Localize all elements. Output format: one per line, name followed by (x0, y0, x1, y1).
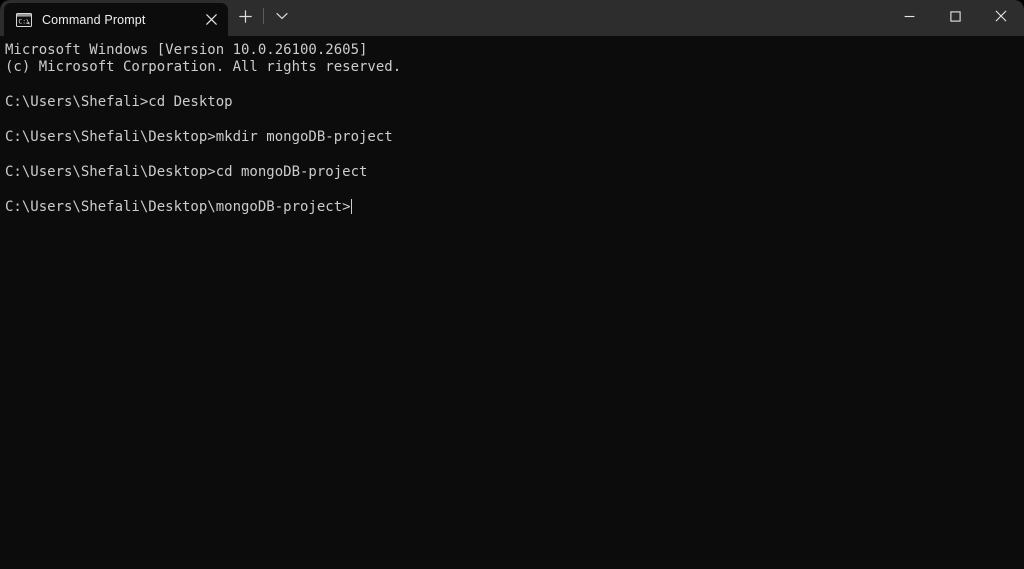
close-icon (995, 10, 1007, 22)
terminal-line: C:\Users\Shefali\Desktop>mkdir mongoDB-p… (5, 128, 393, 145)
tabstrip-actions (228, 0, 299, 36)
titlebar-drag-area[interactable] (299, 0, 886, 36)
maximize-button[interactable] (932, 0, 978, 32)
titlebar[interactable]: C:\ Command Prompt (0, 0, 1024, 36)
minimize-button[interactable] (886, 0, 932, 32)
tab-title: Command Prompt (42, 12, 146, 27)
tabstrip-separator (263, 8, 264, 24)
close-button[interactable] (978, 0, 1024, 32)
maximize-icon (949, 10, 961, 22)
text-cursor (350, 198, 353, 214)
plus-icon (238, 9, 252, 23)
chevron-down-icon (276, 13, 288, 19)
minimize-icon (904, 15, 914, 17)
terminal-line: (c) Microsoft Corporation. All rights re… (5, 59, 402, 76)
tab-strip: C:\ Command Prompt (0, 0, 299, 36)
tab-close-icon[interactable] (196, 8, 226, 32)
new-tab-button[interactable] (228, 2, 262, 30)
tab-dropdown-button[interactable] (265, 2, 299, 30)
svg-text:C:\: C:\ (18, 17, 30, 25)
terminal-line: Microsoft Windows [Version 10.0.26100.26… (5, 42, 368, 58)
window-controls (886, 0, 1024, 36)
terminal-line: C:\Users\Shefali\Desktop\mongoDB-project… (5, 198, 353, 215)
terminal-output[interactable]: Microsoft Windows [Version 10.0.26100.26… (0, 36, 1024, 569)
terminal-line: C:\Users\Shefali\Desktop>cd mongoDB-proj… (5, 163, 368, 180)
command-prompt-icon: C:\ (16, 12, 32, 28)
command-prompt-window: C:\ Command Prompt Microsoft Windows [Ve… (0, 0, 1024, 569)
terminal-line: C:\Users\Shefali>cd Desktop (5, 94, 233, 111)
tab-command-prompt[interactable]: C:\ Command Prompt (4, 3, 228, 36)
